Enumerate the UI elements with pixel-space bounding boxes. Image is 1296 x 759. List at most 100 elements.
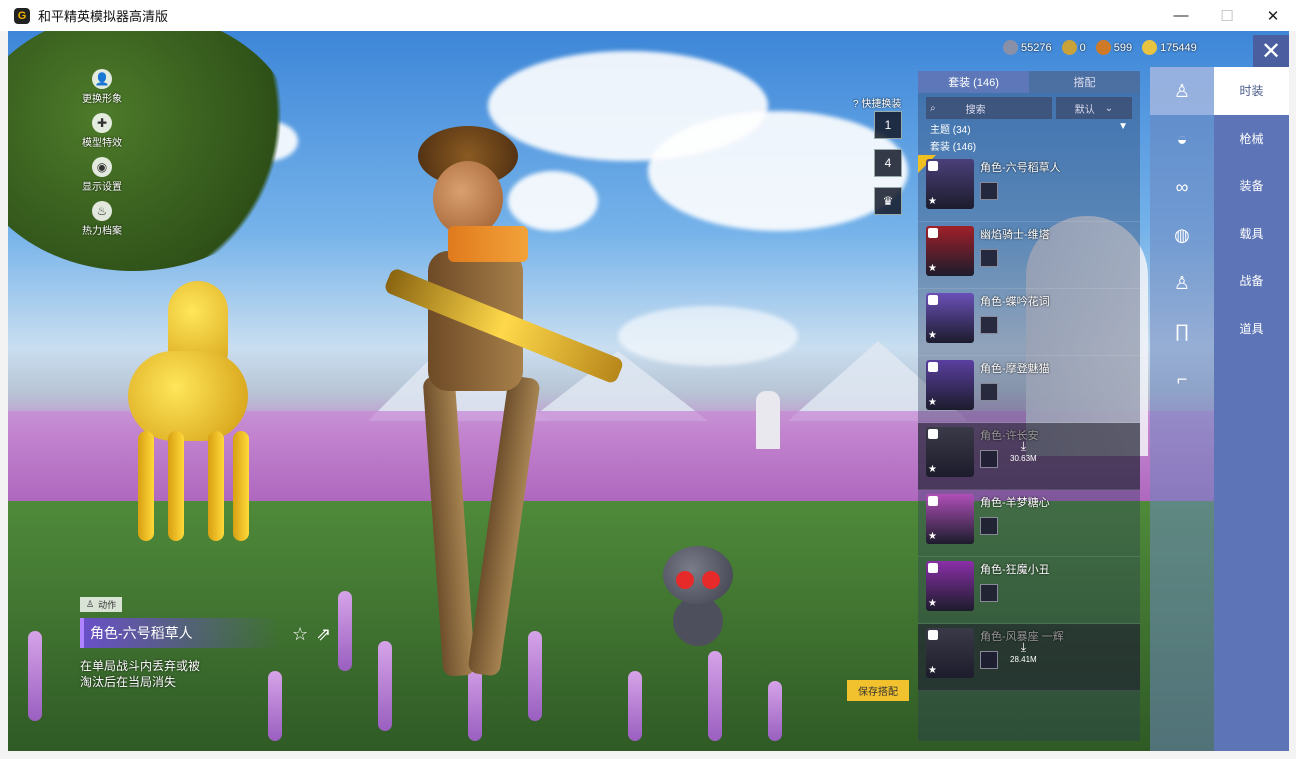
pants-icon[interactable]: ∏: [1150, 307, 1214, 355]
minimize-button[interactable]: —: [1158, 0, 1204, 31]
shoes-icon[interactable]: ⌐: [1150, 355, 1214, 403]
search-input[interactable]: ⌕ 搜索: [926, 97, 1052, 119]
star-icon: ★: [928, 464, 937, 475]
outfit-list-item[interactable]: ★ 角色-摩登魅猫: [918, 356, 1140, 423]
outfit-part-icon: [980, 584, 998, 602]
maximize-button[interactable]: ☐: [1204, 0, 1250, 31]
outfit-name: 角色-六号稻草人: [80, 618, 280, 648]
outfit-list-item[interactable]: ★ 角色-蝶吟花词: [918, 289, 1140, 356]
outfit-list: ★ 角色-六号稻草人 ★ 幽焰骑士-维塔 ★ 角色-蝶吟花词 ★ 角色-摩登魅猫 ★ 角色-许长安…: [918, 155, 1140, 691]
puzzle-icon: ✚: [92, 113, 112, 133]
figure-tag-icon: [928, 429, 938, 439]
quick-swap-slot-emblem[interactable]: ♛: [874, 187, 902, 215]
quick-swap-label[interactable]: ? 快捷换装: [853, 95, 901, 110]
window-title: 和平精英模拟器高清版: [38, 9, 169, 24]
outfit-item-name: 角色-羊梦糖心: [980, 497, 1050, 509]
save-combo-button[interactable]: 保存搭配: [847, 680, 909, 701]
model-effects-button[interactable]: ✚ 模型特效: [72, 113, 132, 149]
quick-swap-slot-1[interactable]: 1: [874, 111, 902, 139]
goggles-icon[interactable]: ∞: [1150, 163, 1214, 211]
star-icon: ★: [928, 598, 937, 609]
tree-canopy: [8, 31, 298, 271]
star-icon: ★: [928, 665, 937, 676]
outfit-icon[interactable]: ♙: [1150, 259, 1214, 307]
golden-kirin-pet: [98, 261, 278, 551]
help-icon: ?: [853, 99, 859, 110]
action-tag[interactable]: ♙ 动作: [80, 597, 123, 612]
currency-bar: 55276 0 599 175449: [1003, 40, 1197, 55]
tab-equipment[interactable]: 装备: [1214, 162, 1289, 210]
chevron-down-icon: ▼: [1118, 121, 1128, 132]
figure-tag-icon: [928, 563, 938, 573]
quick-swap-slot-4[interactable]: 4: [874, 149, 902, 177]
download-button[interactable]: ⤓ 30.63M: [1010, 439, 1037, 463]
change-appearance-button[interactable]: 👤 更换形象: [72, 69, 132, 105]
badge-coin-icon: [1061, 40, 1077, 55]
figure-tag-icon: [928, 228, 938, 238]
close-icon[interactable]: ✕: [1253, 35, 1289, 67]
outfit-item-name: 角色-六号稻草人: [980, 162, 1061, 174]
gold-coin-icon: [1142, 40, 1158, 55]
heat-profile-button[interactable]: ♨ 热力档案: [72, 201, 132, 237]
outfit-thumbnail: ★: [926, 360, 974, 410]
sort-dropdown[interactable]: 默认 ⌄: [1055, 97, 1132, 119]
app-logo-icon: G: [14, 7, 30, 24]
star-icon: ★: [928, 330, 937, 341]
silver-coin-icon: [1003, 40, 1018, 55]
outfit-thumbnail: ★: [926, 226, 974, 276]
outfit-list-item[interactable]: ★ 角色-羊梦糖心: [918, 490, 1140, 557]
tab-guns[interactable]: 枪械: [1214, 115, 1289, 163]
tab-props[interactable]: 道具: [1214, 305, 1289, 353]
flame-icon: ♨: [92, 201, 112, 221]
display-settings-button[interactable]: ◉ 显示设置: [72, 157, 132, 193]
outfit-item-name: 角色-狂魔小丑: [980, 564, 1050, 576]
tab-outfits[interactable]: 套装 (146): [918, 71, 1029, 93]
currency-badge: 0: [1061, 40, 1086, 55]
left-menu: 👤 更换形象 ✚ 模型特效 ◉ 显示设置 ♨ 热力档案: [72, 69, 132, 245]
lavender: [28, 631, 42, 721]
lavender: [768, 681, 782, 741]
tab-battle-prep[interactable]: 战备: [1214, 257, 1289, 305]
close-window-button[interactable]: ✕: [1250, 0, 1296, 31]
tab-vehicles[interactable]: 载具: [1214, 210, 1289, 258]
outfit-thumbnail: ★: [926, 427, 974, 477]
figure-tag-icon: [928, 295, 938, 305]
outfit-panel: 套装 (146) 搭配 ⌕ 搜索 默认 ⌄ 主题 (34) ▼ 套装 (146) ★…: [918, 71, 1140, 741]
figure-tag-icon: [928, 496, 938, 506]
scarecrow-character[interactable]: [383, 126, 638, 686]
favorite-star-icon[interactable]: ☆: [292, 624, 308, 645]
windmill-small: [756, 391, 780, 449]
tab-combos[interactable]: 搭配: [1029, 71, 1140, 93]
category-column: ♙ ◒ ∞ ◍ ♙ ∏ ⌐: [1150, 67, 1214, 751]
outfit-part-icon: [980, 182, 998, 200]
currency-silver: 55276: [1003, 40, 1052, 55]
outfit-list-item[interactable]: ★ 角色-风暴座 一辉 ⤓ 28.41M: [918, 624, 1140, 691]
outfit-list-item[interactable]: ★ 角色-许长安 ⤓ 30.63M: [918, 423, 1140, 490]
outfit-part-icon: [980, 249, 998, 267]
bronze-coin-icon: [1095, 40, 1111, 55]
download-icon: ⤓: [1020, 439, 1026, 453]
outfit-info: ♙ 动作 角色-六号稻草人 ☆ ⇗ 在单局战斗内丢弃或被 淘汰后在当局消失: [80, 594, 340, 690]
outfit-list-item[interactable]: ★ 幽焰骑士-维塔: [918, 222, 1140, 289]
figure-tag-icon: [928, 161, 938, 171]
tab-fashion[interactable]: 时装: [1214, 67, 1289, 115]
eye-icon: ◉: [92, 157, 112, 177]
theme-filter[interactable]: 主题 (34) ▼: [918, 119, 1140, 138]
download-size: 30.63M: [1010, 454, 1037, 463]
outfit-part-icon: [980, 316, 998, 334]
cloud: [648, 111, 908, 231]
cap-icon[interactable]: ◒: [1150, 115, 1214, 163]
app-window: G 和平精英模拟器高清版 — ☐ ✕ 👤 更换形象 ✚ 模型特效 ◉ 显示设置 …: [0, 0, 1296, 759]
figure-icon: ♙: [86, 599, 95, 609]
mask-icon[interactable]: ◍: [1150, 211, 1214, 259]
outfit-part-icon: [980, 450, 998, 468]
person-icon: 👤: [92, 69, 112, 89]
outfit-thumbnail: ★: [926, 628, 974, 678]
right-menu: 时装 枪械 装备 载具 战备 道具: [1214, 67, 1289, 751]
outfit-list-item[interactable]: ★ 角色-六号稻草人: [918, 155, 1140, 222]
share-icon[interactable]: ⇗: [316, 624, 331, 645]
outfit-list-item[interactable]: ★ 角色-狂魔小丑: [918, 557, 1140, 624]
figure-icon[interactable]: ♙: [1150, 67, 1214, 115]
download-button[interactable]: ⤓ 28.41M: [1010, 640, 1037, 664]
star-icon: ★: [928, 263, 937, 274]
